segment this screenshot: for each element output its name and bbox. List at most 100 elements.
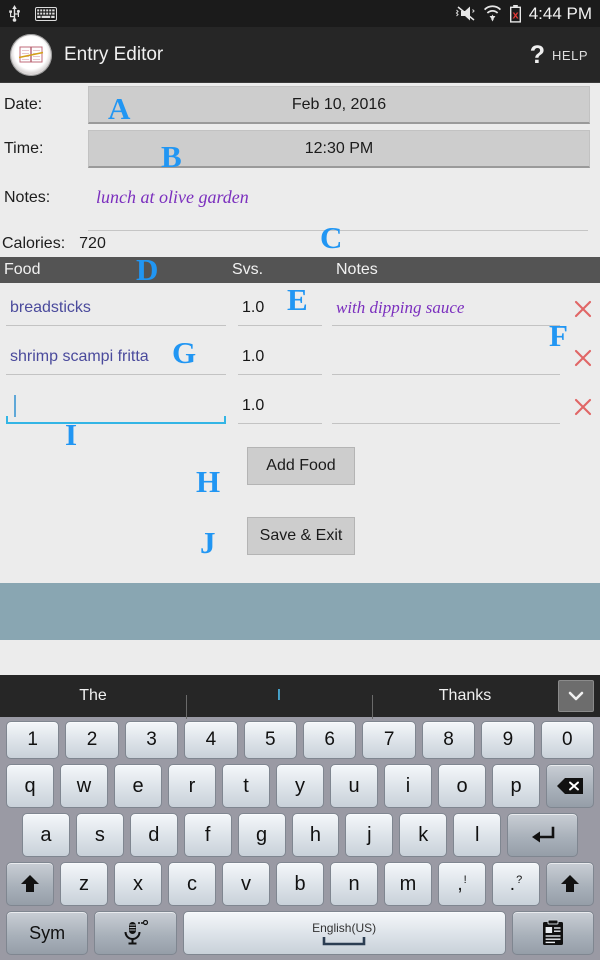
food-notes-input[interactable] [332,390,560,424]
key-grid: 1 2 3 4 5 6 7 8 9 0 q w e r t y u i o p … [0,717,600,960]
key-9[interactable]: 9 [481,721,535,759]
add-food-button[interactable]: Add Food [247,447,355,485]
key-8[interactable]: 8 [421,721,476,759]
save-exit-row: Save & Exit [0,485,600,555]
background-filler [0,583,600,640]
table-row: breadsticks 1.0 with dipping sauce [0,283,600,332]
key-g[interactable]: g [237,813,286,857]
time-spinner[interactable]: 12:30 PM [88,130,590,168]
notes-cell: with dipping sauce [328,292,566,326]
entry-form: Date: Feb 10, 2016 Time: 12:30 PM Notes:… [0,83,600,555]
close-icon [574,349,592,366]
key-7[interactable]: 7 [362,721,416,759]
food-name-input[interactable]: shrimp scampi fritta [6,341,226,375]
key-p[interactable]: p [492,764,540,808]
suggestion-bar: The I Thanks [0,675,600,719]
save-exit-button[interactable]: Save & Exit [247,517,355,555]
notes-cell [328,390,566,424]
app-screen: x 4:44 PM Entry Editor ? HELP Date: Feb … [0,0,600,960]
sym-key[interactable]: Sym [6,911,89,955]
time-row: Time: 12:30 PM [0,127,600,171]
key-1[interactable]: 1 [5,721,60,759]
key-s[interactable]: s [75,813,124,857]
delete-row-button[interactable] [566,396,600,418]
key-f[interactable]: f [183,813,232,857]
suggestion-item[interactable]: The [0,687,186,705]
text-cursor [14,394,16,417]
key-d[interactable]: d [129,813,178,857]
key-a[interactable]: a [22,813,70,857]
close-icon [574,300,592,317]
column-header-food: Food [4,261,41,278]
key-k[interactable]: k [399,813,448,857]
backspace-icon[interactable] [546,764,594,808]
key-2[interactable]: 2 [65,721,119,759]
suggestion-item[interactable]: I [186,687,372,719]
help-label: HELP [552,47,588,63]
space-language-label: English(US) [312,920,377,935]
key-b[interactable]: b [276,862,324,906]
clipboard-icon[interactable] [511,911,594,955]
status-bar-clock: 4:44 PM [528,3,592,23]
notes-value: lunch at olive garden [96,187,249,207]
plate-journal-icon [10,33,52,76]
date-spinner[interactable]: Feb 10, 2016 [88,86,590,124]
key-c[interactable]: c [168,862,216,906]
space-key[interactable]: English(US) [182,911,506,955]
status-bar-left-icons [8,5,57,22]
key-q[interactable]: q [6,764,54,808]
key-comma-main: , [457,873,463,895]
delete-row-button[interactable] [566,347,600,369]
key-3[interactable]: 3 [124,721,179,759]
food-notes-input[interactable] [332,341,560,375]
microphone-icon[interactable] [94,911,177,955]
key-e[interactable]: e [114,764,162,808]
action-bar: Entry Editor ? HELP [0,27,600,83]
key-5[interactable]: 5 [243,721,297,759]
key-u[interactable]: u [330,764,378,808]
key-r[interactable]: r [168,764,216,808]
key-t[interactable]: t [222,764,270,808]
status-bar-right-icons: x 4:44 PM [455,0,592,27]
key-comma[interactable]: , ! [438,862,486,906]
page-title: Entry Editor [64,43,164,65]
key-j[interactable]: j [345,813,394,857]
food-notes-input[interactable]: with dipping sauce [332,292,560,326]
key-m[interactable]: m [384,862,432,906]
suggestion-item[interactable]: Thanks [372,687,558,719]
enter-icon[interactable] [507,813,579,857]
key-0[interactable]: 0 [540,721,595,759]
key-y[interactable]: y [276,764,324,808]
key-4[interactable]: 4 [184,721,238,759]
key-h[interactable]: h [291,813,340,857]
food-name-input[interactable] [6,390,226,424]
key-x[interactable]: x [114,862,162,906]
servings-input[interactable]: 1.0 [238,390,322,424]
food-name-input[interactable]: breadsticks [6,292,226,326]
key-6[interactable]: 6 [303,721,357,759]
servings-input[interactable]: 1.0 [238,292,322,326]
key-z[interactable]: z [60,862,108,906]
wifi-icon [483,5,502,22]
servings-input[interactable]: 1.0 [238,341,322,375]
help-button[interactable]: ? HELP [530,27,588,83]
shift-up-icon[interactable] [546,862,594,906]
status-bar: x 4:44 PM [0,0,600,27]
key-period[interactable]: . ? [492,862,540,906]
delete-row-button[interactable] [566,298,600,320]
key-o[interactable]: o [438,764,486,808]
servings-cell: 1.0 [232,390,328,424]
chevron-down-icon[interactable] [558,680,594,712]
food-cell: breadsticks [0,292,232,326]
key-i[interactable]: i [384,764,432,808]
key-w[interactable]: w [60,764,108,808]
date-label: Date: [4,96,43,113]
keyboard-icon [35,6,57,21]
calories-value: 720 [79,235,106,252]
key-period-main: . [509,873,516,895]
notes-input[interactable]: lunch at olive garden [88,187,588,231]
key-n[interactable]: n [330,862,378,906]
shift-up-icon[interactable] [6,862,54,906]
key-v[interactable]: v [222,862,270,906]
key-l[interactable]: l [453,813,502,857]
